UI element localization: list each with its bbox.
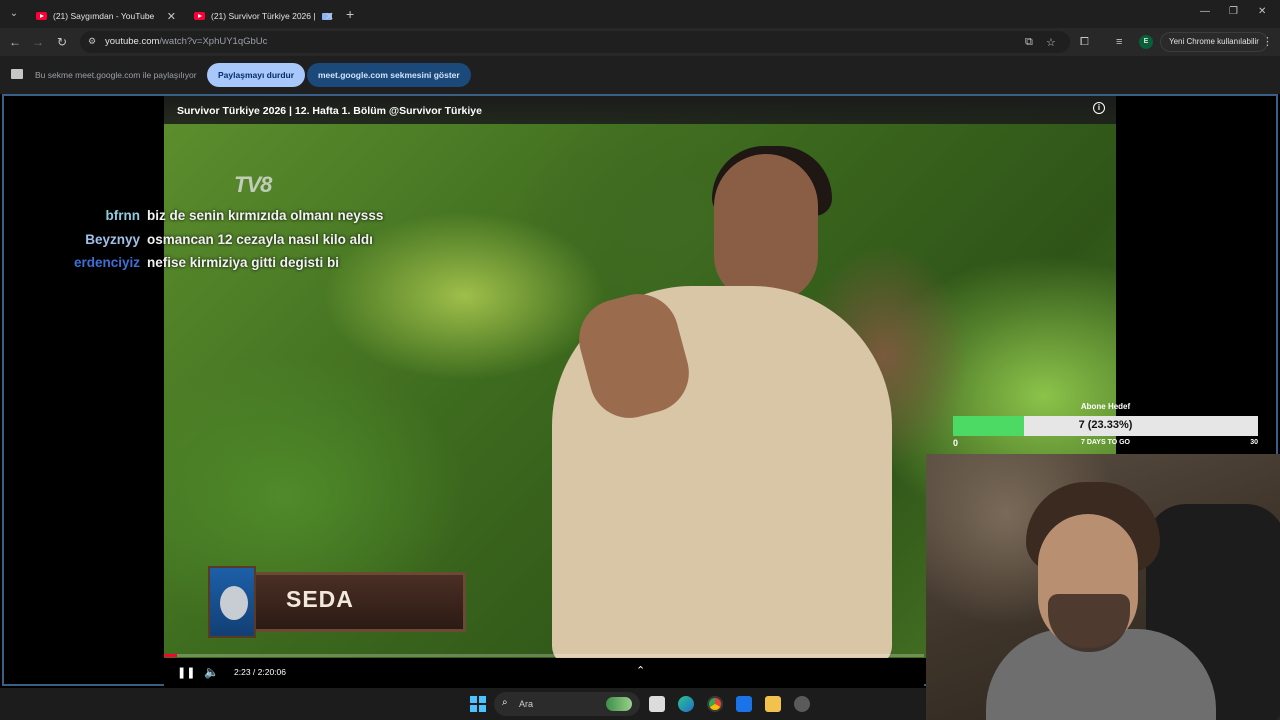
chrome-icon[interactable]	[707, 696, 723, 712]
goal-value: 7 (23.33%)	[1078, 419, 1133, 431]
chrome-update-chip[interactable]: Yeni Chrome kullanılabilir	[1160, 32, 1268, 52]
site-info-icon[interactable]: ⚙	[88, 36, 98, 46]
extensions-icon[interactable]: ⧠	[1080, 36, 1089, 49]
goal-bar: 7 (23.33%)	[953, 416, 1258, 436]
reload-icon[interactable]: ↻	[53, 33, 71, 51]
file-explorer-icon[interactable]	[765, 696, 781, 712]
chat-text: nefise kirmiziya gitti degisti bi	[147, 255, 340, 270]
stop-sharing-button[interactable]: Paylaşmayı durdur	[207, 63, 306, 87]
screen-share-icon	[11, 69, 23, 79]
minimize-icon[interactable]: —	[1200, 6, 1210, 17]
tab-title: (21) Saygımdan - YouTube	[53, 11, 155, 21]
forward-icon[interactable]: →	[29, 33, 47, 51]
team-badge	[208, 566, 256, 638]
contestant-name: SEDA	[286, 586, 354, 612]
chat-text: osmancan 12 cezayla nasıl kilo aldı	[147, 232, 373, 247]
show-meet-tab-button[interactable]: meet.google.com sekmesini göster	[307, 63, 471, 87]
youtube-icon	[36, 12, 47, 20]
subscriber-goal-widget: Abone Hedef 7 (23.33%) 0 7 DAYS TO GO 30	[953, 402, 1258, 452]
video-progress-bar[interactable]	[164, 654, 924, 657]
close-tab-icon[interactable]: ✕	[167, 10, 176, 23]
webcam-feed	[926, 454, 1280, 720]
media-control-icon[interactable]: ≡	[1116, 36, 1122, 48]
video-title-bar: Survivor Türkiye 2026 | 12. Hafta 1. Böl…	[164, 96, 1116, 124]
menu-kebab-icon[interactable]: ⋮	[1262, 35, 1273, 48]
tab-title: (21) Survivor Türkiye 2026 |	[211, 11, 316, 21]
nameplate-board	[244, 572, 466, 632]
person-image	[714, 154, 818, 302]
address-bar[interactable]: ⚙ youtube.com/watch?v=XphUY1qGbUc ⧉ ☆	[80, 31, 1070, 53]
search-highlight-image	[606, 697, 632, 711]
edge-icon[interactable]	[678, 696, 694, 712]
obs-icon[interactable]	[794, 696, 810, 712]
video-controls: ❚❚ 🔈 2:23 / 2:20:06 ⌃	[164, 658, 924, 686]
youtube-icon	[194, 12, 205, 20]
video-title[interactable]: Survivor Türkiye 2026 | 12. Hafta 1. Böl…	[177, 105, 482, 117]
tab-strip: ⌄ (21) Saygımdan - YouTube ✕ (21) Surviv…	[0, 0, 1280, 28]
taskbar-search[interactable]: ⌕ Ara	[494, 692, 640, 716]
tab-saygimdan[interactable]: (21) Saygımdan - YouTube ✕	[28, 4, 182, 28]
chat-username: erdenciyiz	[73, 255, 140, 270]
url-text[interactable]: youtube.com/watch?v=XphUY1qGbUc	[105, 36, 267, 47]
info-icon[interactable]: i	[1093, 102, 1105, 114]
mail-icon[interactable]	[736, 696, 752, 712]
chat-message: bfrnn biz de senin kırmızıda olmanı neys…	[0, 208, 420, 228]
chat-text: biz de senin kırmızıda olmanı neysss	[147, 208, 384, 223]
close-window-icon[interactable]: ✕	[1258, 6, 1266, 17]
goal-days-left: 7 DAYS TO GO	[1080, 439, 1131, 446]
goal-max: 30	[1250, 439, 1258, 446]
tab-survivor[interactable]: (21) Survivor Türkiye 2026 | ✕	[186, 4, 340, 28]
browser-toolbar: ← → ↻ ⚙ youtube.com/watch?v=XphUY1qGbUc …	[0, 28, 1280, 56]
windows-taskbar: ⌕ Ara	[0, 688, 926, 720]
install-app-icon[interactable]: ⧉	[1025, 36, 1033, 49]
sharing-message: Bu sekme meet.google.com ile paylaşılıyo…	[35, 70, 197, 80]
chat-username: bfrnn	[105, 208, 141, 223]
back-icon[interactable]: ←	[6, 33, 24, 51]
pause-icon[interactable]: ❚❚	[177, 666, 195, 679]
video-progress-fill	[164, 654, 177, 657]
chat-username: Beyznyy	[85, 232, 140, 247]
profile-avatar[interactable]: E	[1139, 35, 1153, 49]
taskbar-search-label: Ara	[519, 699, 534, 709]
sharing-infobar: Bu sekme meet.google.com ile paylaşılıyo…	[0, 56, 1280, 94]
close-tab-icon[interactable]: ✕	[325, 10, 334, 23]
windows-start-icon[interactable]	[470, 696, 486, 712]
chat-message: erdenciyiz nefise kirmiziya gitti degist…	[0, 255, 420, 275]
chevron-up-icon[interactable]: ⌃	[636, 664, 645, 677]
goal-title: Abone Hedef	[1080, 402, 1131, 411]
volume-icon[interactable]: 🔈	[204, 665, 219, 679]
task-view-icon[interactable]	[649, 696, 665, 712]
restore-icon[interactable]: ❐	[1229, 6, 1238, 17]
bookmark-star-icon[interactable]: ☆	[1046, 36, 1056, 49]
chat-message: Beyznyy osmancan 12 cezayla nasıl kilo a…	[0, 232, 420, 252]
new-tab-icon[interactable]: +	[346, 6, 354, 22]
channel-logo: TV8	[234, 172, 272, 197]
tribe-emblem-icon	[220, 586, 248, 620]
contestant-nameplate: SEDA	[206, 566, 468, 638]
video-time: 2:23 / 2:20:06	[234, 667, 286, 677]
tab-search-icon[interactable]: ⌄	[6, 6, 22, 22]
search-icon: ⌕	[502, 697, 508, 708]
